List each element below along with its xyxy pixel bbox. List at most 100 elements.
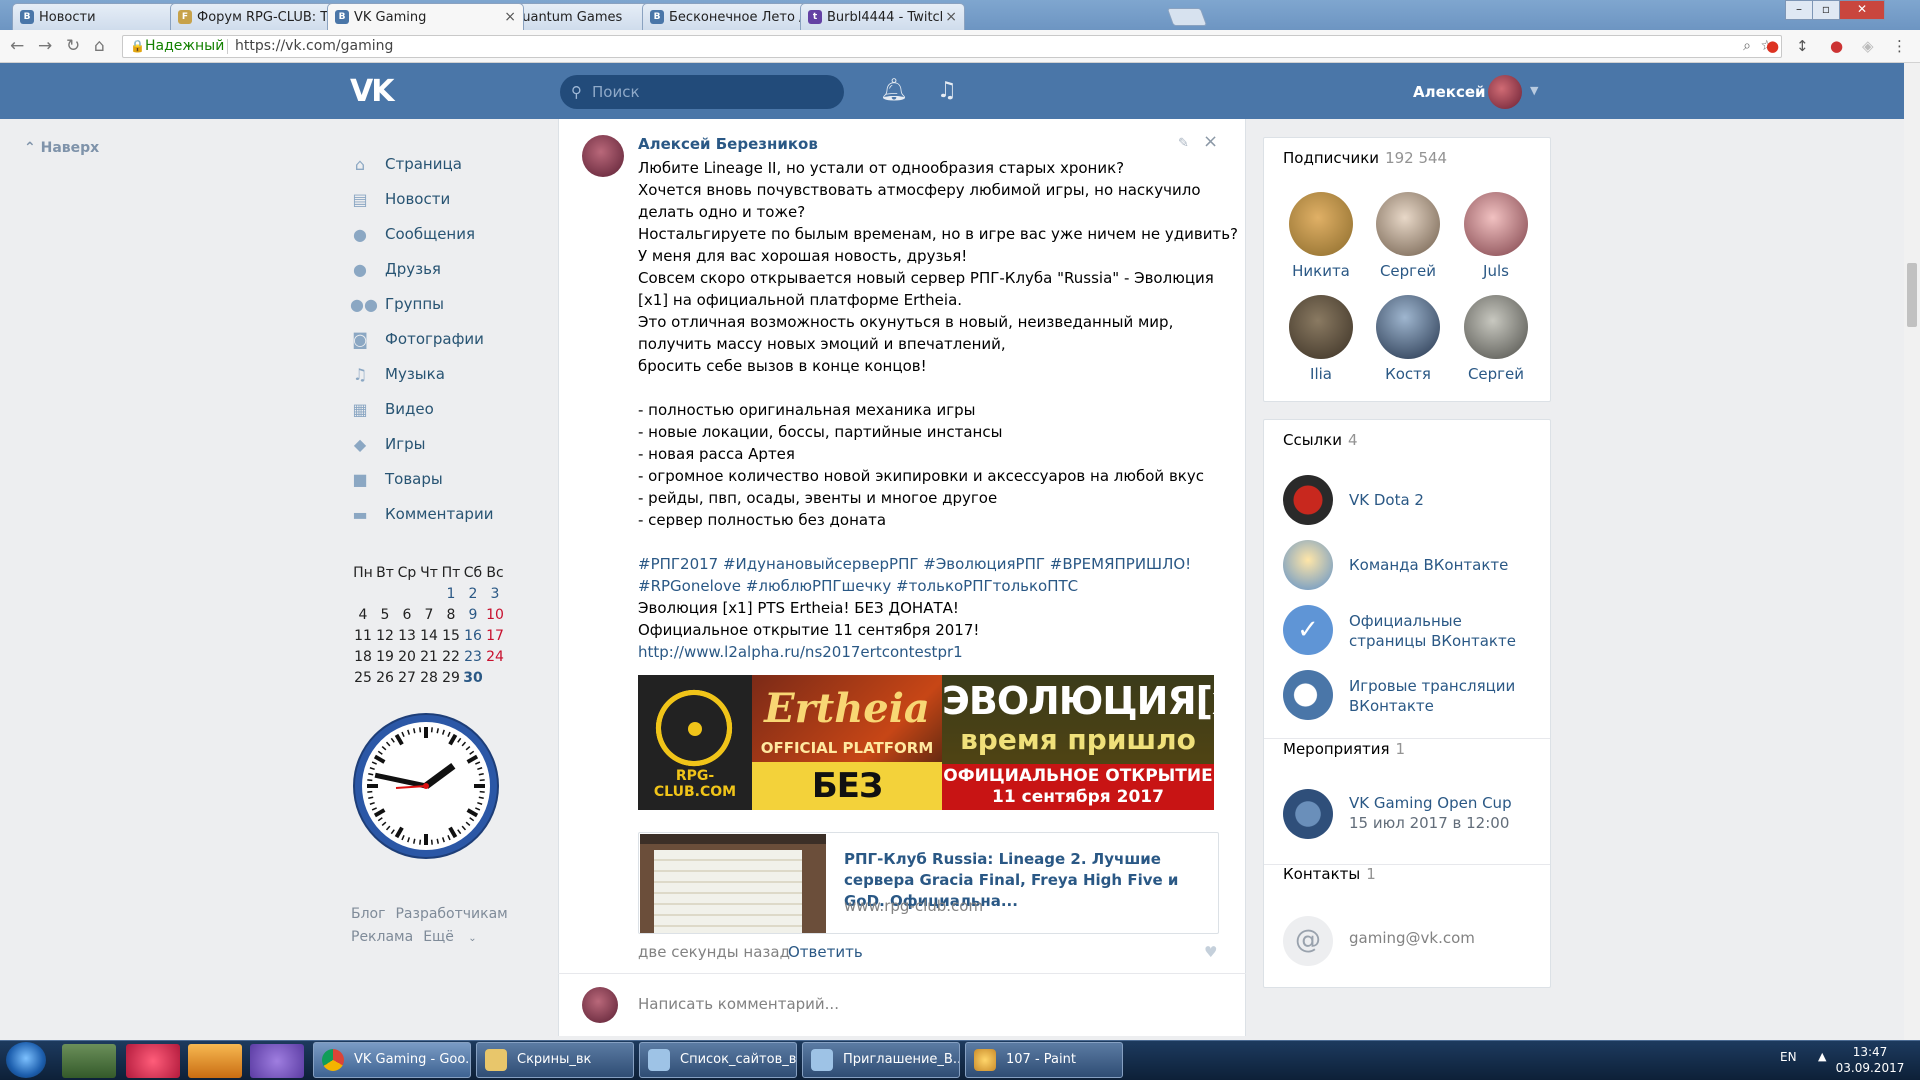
nav-item-photos[interactable]: ◙ Фотографии — [350, 328, 550, 363]
task-folder[interactable]: Скрины_вк — [476, 1042, 634, 1078]
post-hashtags[interactable]: #РПГ2017 #ИдунановыйсерверРПГ #ЭволюцияР… — [638, 553, 1218, 575]
nav-item-music[interactable]: ♫ Музыка — [350, 363, 550, 398]
close-icon[interactable]: × — [1203, 131, 1218, 152]
post-link[interactable]: http://www.l2alpha.ru/ns2017ertcontestpr… — [638, 641, 1218, 663]
subscriber[interactable]: Ilia — [1278, 295, 1364, 383]
nav-item-page[interactable]: ⌂ Страница — [350, 153, 550, 188]
tab-twitch[interactable]: t Burbl4444 - Twitch × — [800, 3, 965, 30]
heart-icon[interactable]: ♥ — [1204, 943, 1217, 961]
tab-vk-gaming[interactable]: В VK Gaming × — [327, 3, 524, 30]
nav-item-groups[interactable]: ●● Группы — [350, 293, 550, 328]
nav-item-games[interactable]: ◆ Игры — [350, 433, 550, 468]
close-window-button[interactable]: ✕ — [1839, 0, 1885, 20]
address-bar[interactable]: 🔒 Надежный https://vk.com/gaming ⌕ ☆ — [122, 35, 1782, 58]
itunes-icon[interactable] — [126, 1044, 180, 1078]
subscriber[interactable]: Juls — [1453, 192, 1539, 280]
subscriber[interactable]: Сергей — [1453, 295, 1539, 383]
task-notepad-2[interactable]: Приглашение_В... — [802, 1042, 960, 1078]
avatar[interactable] — [1488, 75, 1522, 109]
calendar-week: 11 12 13 14 15 16 17 — [352, 625, 506, 646]
back-icon[interactable]: ← — [10, 36, 24, 56]
link-item[interactable]: Команда ВКонтакте — [1283, 540, 1543, 592]
start-button[interactable] — [6, 1042, 46, 1078]
to-top-link[interactable]: ⌃ Наверх — [24, 140, 99, 156]
links-title[interactable]: Ссылки 4 — [1283, 431, 1358, 449]
vk-logo[interactable]: VK — [350, 74, 394, 109]
post-hashtags[interactable]: #RPGonelove #люблюРПГшечку #толькоРПГтол… — [638, 575, 1218, 597]
post-line: бросить себе вызов в конце концов! — [638, 357, 927, 375]
calendar-day: 21 — [420, 648, 438, 665]
footer-blog-link[interactable]: Блог — [351, 906, 385, 922]
subscriber[interactable]: Никита — [1278, 192, 1364, 280]
post-image-banner[interactable]: RPG-CLUB.COM Ertheia OFFICIAL PLATFORM Б… — [638, 675, 1214, 810]
restore-button[interactable]: ▫ — [1812, 0, 1840, 20]
footer-ads-link[interactable]: Реклама — [351, 929, 413, 945]
clock-tick — [385, 741, 391, 747]
home-icon[interactable]: ⌂ — [94, 36, 105, 56]
footer-developers-link[interactable]: Разработчикам — [395, 906, 507, 922]
tray-arrow-icon[interactable]: ▲ — [1818, 1050, 1826, 1063]
menu-icon[interactable]: ⋮ — [1892, 37, 1907, 55]
scrollbar[interactable] — [1904, 63, 1920, 1040]
banner-time: время пришло — [960, 723, 1196, 756]
reply-button[interactable]: Ответить — [788, 943, 863, 961]
scrollbar-thumb[interactable] — [1907, 263, 1917, 327]
task-paint[interactable]: 107 - Paint — [965, 1042, 1123, 1078]
link-item[interactable]: Игровые трансляции ВКонтакте — [1283, 670, 1543, 722]
comment-avatar — [582, 987, 618, 1023]
subscriber-name: Juls — [1483, 262, 1509, 280]
viber-icon[interactable] — [250, 1044, 304, 1078]
system-clock[interactable]: 13:47 03.09.2017 — [1830, 1044, 1910, 1076]
close-icon[interactable]: × — [504, 4, 516, 30]
zoom-icon[interactable]: ⌕ — [1743, 36, 1751, 57]
search-input[interactable]: ⚲ Поиск — [560, 75, 844, 109]
task-notepad[interactable]: Список_сайтов_в... — [639, 1042, 797, 1078]
extension-shield-icon[interactable]: ◈ — [1862, 37, 1874, 55]
subscriber[interactable]: Костя — [1365, 295, 1451, 383]
nav-item-friends[interactable]: ● Друзья — [350, 258, 550, 293]
close-icon[interactable]: × — [945, 4, 957, 30]
tab-label: Quantum Games — [512, 10, 623, 25]
pencil-icon[interactable]: ✎ — [1178, 136, 1189, 151]
reload-icon[interactable]: ↻ — [66, 36, 80, 56]
extension-download-icon[interactable]: ↕ — [1796, 37, 1809, 55]
nav-item-messages[interactable]: ● Сообщения — [350, 223, 550, 258]
nav-item-news[interactable]: ▤ Новости — [350, 188, 550, 223]
nav-item-comments[interactable]: ▬ Комментарии — [350, 503, 550, 538]
extension-icon[interactable]: ● — [1830, 37, 1843, 55]
nav-item-goods[interactable]: ■ Товары — [350, 468, 550, 503]
post-author[interactable]: Алексей Березников — [638, 135, 818, 153]
nav-item-video[interactable]: ▦ Видео — [350, 398, 550, 433]
post-line: делать одно и тоже? — [638, 203, 806, 221]
new-tab-button[interactable] — [1166, 8, 1208, 26]
forward-icon[interactable]: → — [38, 36, 52, 56]
comments-icon: ▬ — [352, 505, 368, 524]
chevron-down-icon[interactable]: ▼ — [1530, 84, 1538, 97]
events-title[interactable]: Мероприятия 1 — [1283, 740, 1405, 758]
link-preview-card[interactable]: РПГ-Клуб Russia: Lineage 2. Лучшие серве… — [638, 832, 1219, 934]
event-item[interactable]: VK Gaming Open Cup 15 июл 2017 в 12:00 — [1283, 789, 1543, 841]
user-name[interactable]: Алексей — [1413, 83, 1486, 101]
subscriber[interactable]: Сергей — [1365, 192, 1451, 280]
music-icon[interactable]: ♫ — [937, 78, 957, 103]
clock-tick — [475, 761, 481, 765]
media-player-icon[interactable] — [188, 1044, 242, 1078]
task-chrome[interactable]: VK Gaming - Goo... — [313, 1042, 471, 1078]
minimize-button[interactable]: – — [1785, 0, 1813, 20]
link-item[interactable]: ✓ Официальные страницы ВКонтакте — [1283, 605, 1543, 657]
subscribers-title[interactable]: Подписчики 192 544 — [1283, 149, 1447, 167]
post-time[interactable]: две секунды назад — [638, 943, 790, 961]
bell-icon[interactable]: 🔔︎ — [880, 78, 908, 103]
language-indicator[interactable]: EN — [1780, 1050, 1797, 1064]
link-item[interactable]: VK Dota 2 — [1283, 475, 1543, 527]
contact-item[interactable]: @ gaming@vk.com — [1283, 916, 1543, 968]
post-author-avatar[interactable] — [582, 135, 624, 177]
contacts-title[interactable]: Контакты 1 — [1283, 865, 1376, 883]
comment-input[interactable]: Написать комментарий... — [638, 995, 839, 1013]
post-line: - новые локации, боссы, партийные инстан… — [638, 423, 1003, 441]
open-cup-icon — [1283, 789, 1333, 839]
task-manager-icon[interactable] — [62, 1044, 116, 1078]
clock-tick — [385, 825, 391, 831]
extension-adblock-icon[interactable]: ● — [1766, 37, 1779, 55]
footer-more-link[interactable]: Ещё ⌄ — [423, 929, 487, 945]
